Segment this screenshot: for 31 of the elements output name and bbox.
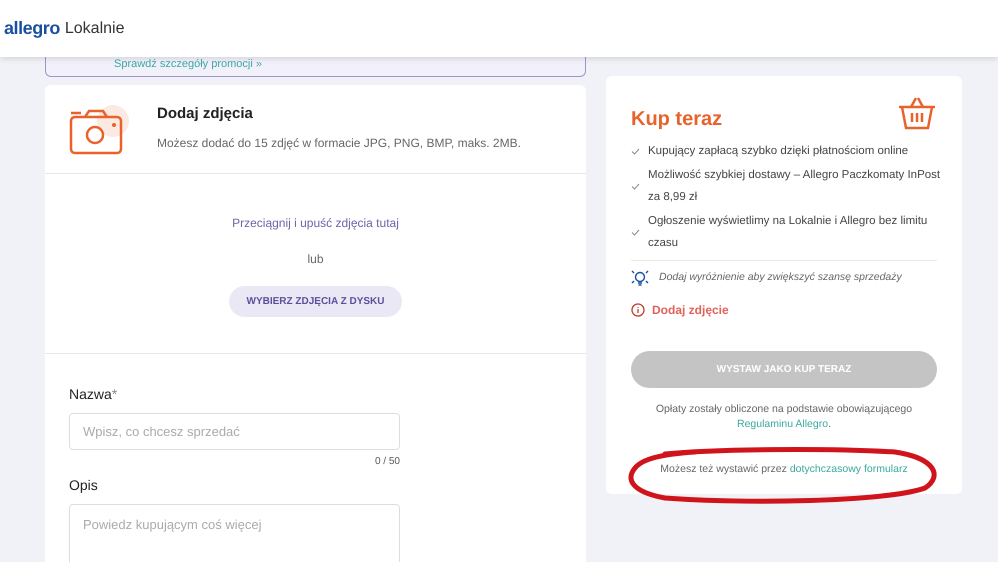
tip-text: Dodaj wyróżnienie aby zwiększyć szansę sprzedaży [659,270,902,286]
check-icon [631,228,640,236]
legacy-form-link[interactable]: dotychczasowy formularz [790,463,908,475]
or-text: lub [307,251,324,268]
drop-hint: Przeciągnij i upuść zdjęcia tutaj [232,215,399,232]
check-icon [631,148,640,154]
promo-link[interactable]: Sprawdź szczegóły promocji » [114,57,262,71]
legacy-note: Możesz też wystawić przez dotychczasowy formularz [660,462,908,477]
name-field[interactable]: Wpisz, co chcesz sprzedać [69,413,400,450]
field-label: Nazwa* [69,385,118,404]
choose-photos-button[interactable]: WYBIERZ ZDJĘCIA Z DYSKU [228,286,402,317]
basket-icon [897,96,937,130]
fees-note: Opłaty zostały obliczone na podstawie obowiązującego Regulaminu Allegro. [654,402,914,432]
benefit-text: Ogłoszenie wyświetlimy na Lokalnie i Allegro bez limitu [648,214,928,229]
benefit-text: Kupujący zapłacą szybko dzięki płatnościom online [648,144,908,159]
product-name: Lokalnie [64,18,124,38]
benefit-text: za 8,99 zł [648,190,698,205]
description-field[interactable]: Powiedz kupującym coś więcej [69,504,400,562]
logo[interactable]: allegro [4,15,60,42]
photos-title: Dodaj zdjęcia [157,104,254,124]
benefit-text: czasu [648,236,680,251]
buy-now-title: Kup teraz [631,107,722,132]
terms-link[interactable]: Regulaminu Allegro [737,418,828,430]
benefit-text: Możliwość szybkiej dostawy – Allegro Paczkomaty InPost [648,168,940,183]
photos-subtitle: Możesz dodać do 15 zdjęć w formacie JPG, PNG, BMP, maks. 2MB. [157,134,521,152]
field-label: Opis [69,476,99,495]
error-icon [631,303,645,317]
error-text: Dodaj zdjęcie [652,302,729,319]
check-icon [631,182,640,190]
char-counter: 0 / 50 [374,455,400,469]
lightbulb-icon [631,269,649,287]
